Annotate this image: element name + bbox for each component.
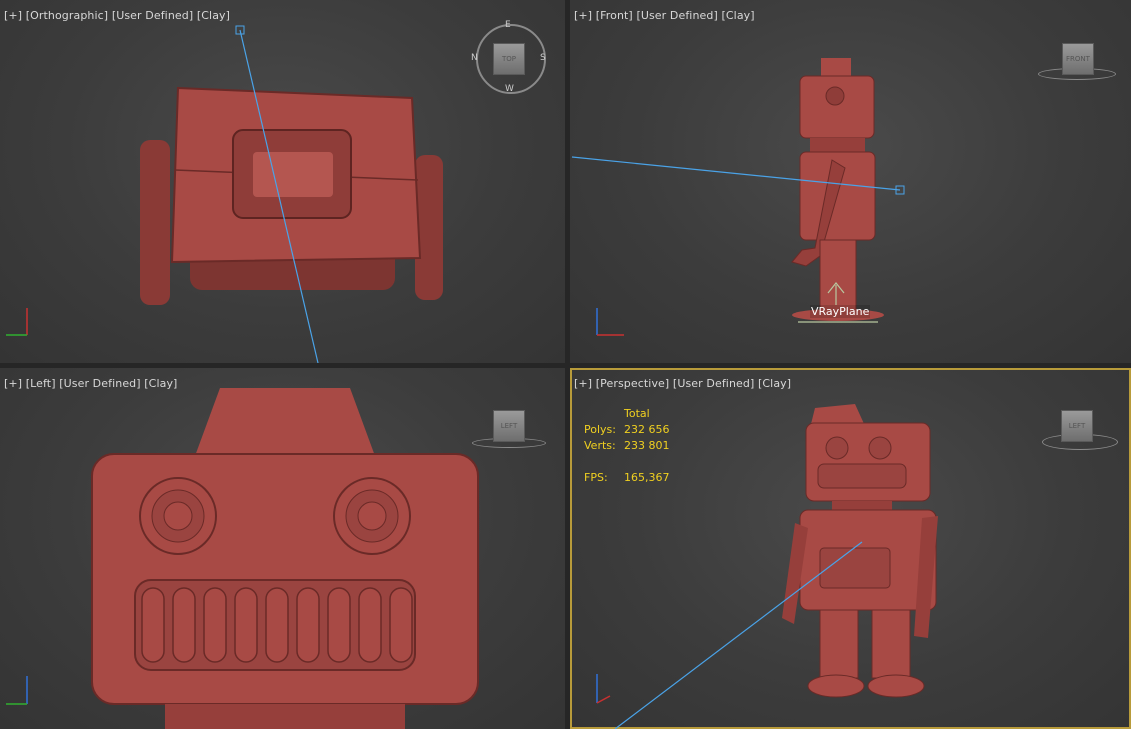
robot-leg xyxy=(819,239,857,311)
robot-head xyxy=(799,75,875,139)
viewport-front[interactable]: FRONT VRayPlane [+] [Front] [User Define… xyxy=(570,0,1131,363)
stats-polys-label: Polys: xyxy=(584,423,616,436)
robot-leg-left xyxy=(819,609,859,679)
robot-leg-right xyxy=(871,609,911,679)
viewcube-front-icon[interactable]: FRONT xyxy=(1062,43,1094,75)
compass-e-label: E xyxy=(505,20,511,30)
stats-fps-value: 165,367 xyxy=(624,471,670,484)
viewport-view-type[interactable]: [Orthographic] xyxy=(26,9,108,22)
compass-s-label: S xyxy=(540,53,546,63)
viewport-left[interactable]: LEFT [+] [Left] [User Defined] [Clay] xyxy=(0,368,565,729)
viewport-style[interactable]: [Clay] xyxy=(197,9,230,22)
viewport-menu-plus[interactable]: [+] xyxy=(574,9,592,22)
viewport-statistics: Total Polys: 232 656 Verts: 233 801 FPS: 16… xyxy=(584,406,670,486)
robot-neck xyxy=(165,704,405,729)
viewport-shading[interactable]: [User Defined] xyxy=(636,9,717,22)
viewport-style[interactable]: [Clay] xyxy=(722,9,755,22)
viewcube-left-icon[interactable]: LEFT xyxy=(493,410,525,442)
viewport-orthographic[interactable]: TOP E N S W [+] [Orthographic] [User Def… xyxy=(0,0,565,363)
stats-verts-label: Verts: xyxy=(584,439,616,452)
compass-n-label: N xyxy=(471,53,478,63)
stats-fps-label: FPS: xyxy=(584,471,608,484)
robot-head-top xyxy=(195,388,375,456)
compass-w-label: W xyxy=(505,84,514,94)
viewport-style[interactable]: [Clay] xyxy=(144,377,177,390)
viewport-label[interactable]: [+] [Orthographic] [User Defined] [Clay] xyxy=(4,9,230,22)
viewport-view-type[interactable]: [Front] xyxy=(596,9,633,22)
viewport-shading[interactable]: [User Defined] xyxy=(112,9,193,22)
robot-arm-left xyxy=(140,140,170,305)
viewport-shading[interactable]: [User Defined] xyxy=(673,377,754,390)
viewport-view-type[interactable]: [Left] xyxy=(26,377,56,390)
viewcube-top-icon[interactable]: TOP xyxy=(493,43,525,75)
viewport-menu-plus[interactable]: [+] xyxy=(4,377,22,390)
viewport-view-type[interactable]: [Perspective] xyxy=(596,377,670,390)
viewport-label[interactable]: [+] [Perspective] [User Defined] [Clay] xyxy=(574,377,791,390)
viewport-shading[interactable]: [User Defined] xyxy=(59,377,140,390)
robot-chest-panel xyxy=(819,547,891,589)
stats-header: Total xyxy=(624,407,650,420)
robot-head xyxy=(805,422,931,502)
robot-panel-inner xyxy=(253,152,333,197)
viewport-menu-plus[interactable]: [+] xyxy=(574,377,592,390)
vray-plane-label[interactable]: VRayPlane xyxy=(810,305,871,318)
viewport-perspective[interactable]: Total Polys: 232 656 Verts: 233 801 FPS: 16… xyxy=(570,368,1131,729)
viewcube-perspective-icon[interactable]: LEFT xyxy=(1061,410,1093,442)
viewport-style[interactable]: [Clay] xyxy=(758,377,791,390)
viewport-menu-plus[interactable]: [+] xyxy=(4,9,22,22)
viewport-label[interactable]: [+] [Front] [User Defined] [Clay] xyxy=(574,9,755,22)
left-scene xyxy=(6,388,479,729)
stats-polys-value: 232 656 xyxy=(624,423,670,436)
stats-verts-value: 233 801 xyxy=(624,439,670,452)
viewport-label[interactable]: [+] [Left] [User Defined] [Clay] xyxy=(4,377,177,390)
